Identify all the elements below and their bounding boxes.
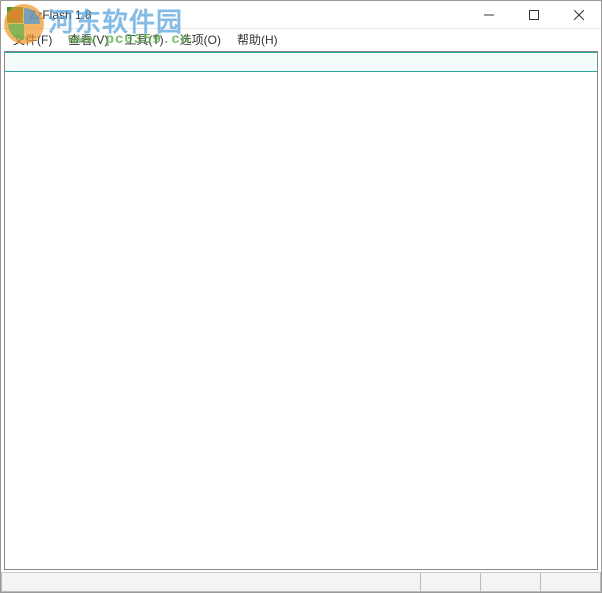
titlebar[interactable]: ZzFlash 1.8: [1, 1, 601, 29]
close-button[interactable]: [556, 1, 601, 28]
window-controls: [466, 1, 601, 28]
minimize-button[interactable]: [466, 1, 511, 28]
menu-help[interactable]: 帮助(H): [229, 30, 286, 49]
menu-tools[interactable]: 工具(T): [116, 30, 171, 49]
app-icon: [7, 7, 23, 23]
status-panel-2: [481, 573, 541, 592]
menu-view[interactable]: 查看(V): [60, 30, 116, 49]
menu-file[interactable]: 文件(F): [5, 30, 60, 49]
window-title: ZzFlash 1.8: [29, 8, 466, 22]
status-panel-main: [1, 573, 421, 592]
app-window: ZzFlash 1.8 文件(F) 查看(V) 工具(T) 选项(O) 帮助(H…: [0, 0, 602, 593]
statusbar: [1, 572, 601, 592]
status-panel-1: [421, 573, 481, 592]
selected-row[interactable]: [5, 52, 597, 72]
menubar: 文件(F) 查看(V) 工具(T) 选项(O) 帮助(H): [1, 29, 601, 49]
status-panel-3: [541, 573, 601, 592]
maximize-button[interactable]: [511, 1, 556, 28]
content-area[interactable]: [4, 51, 598, 570]
menu-options[interactable]: 选项(O): [172, 30, 229, 49]
